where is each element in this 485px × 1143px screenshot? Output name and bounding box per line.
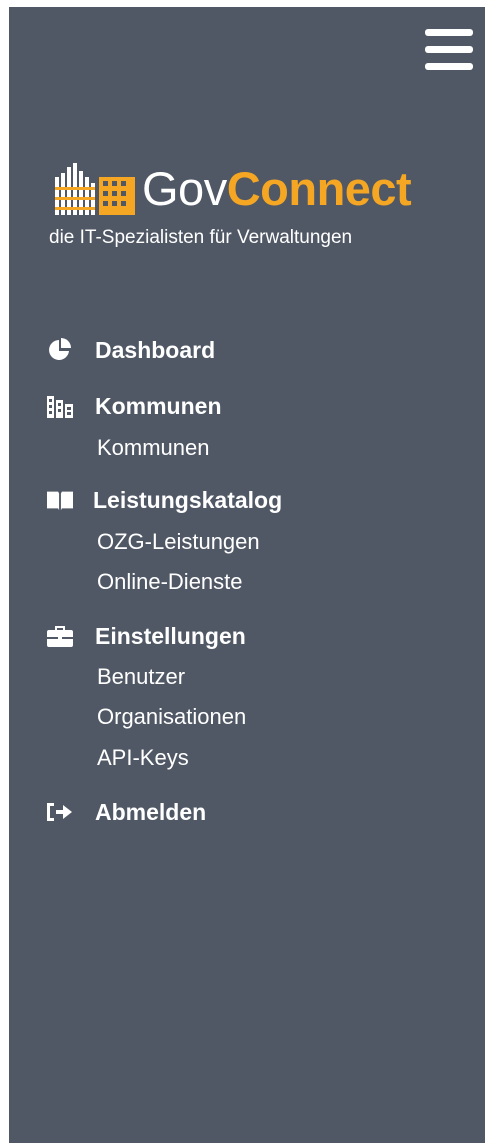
brand-tagline: die IT-Spezialisten für Verwaltungen bbox=[49, 227, 353, 248]
nav-abmelden[interactable]: Abmelden bbox=[47, 797, 206, 827]
book-icon bbox=[47, 487, 73, 513]
city-icon bbox=[47, 393, 73, 419]
hamburger-icon bbox=[425, 29, 473, 36]
sidebar: GovConnect die IT-Spezialisten für Verwa… bbox=[9, 7, 485, 1143]
menu-toggle-button[interactable] bbox=[425, 29, 473, 71]
nav-leistungskatalog[interactable]: Leistungskatalog bbox=[47, 485, 282, 515]
nav-kommunen[interactable]: Kommunen bbox=[47, 391, 222, 421]
building-logo-icon bbox=[55, 163, 135, 215]
nav-einstellungen[interactable]: Einstellungen bbox=[47, 621, 246, 651]
nav-kommunen-item[interactable]: Kommunen bbox=[97, 435, 210, 461]
nav-organisationen[interactable]: Organisationen bbox=[97, 704, 246, 730]
nav-dashboard-label: Dashboard bbox=[95, 336, 216, 363]
nav-online-dienste[interactable]: Online-Dienste bbox=[97, 569, 243, 595]
brand-logo[interactable]: GovConnect die IT-Spezialisten für Verwa… bbox=[49, 157, 439, 257]
nav-leistungskatalog-label: Leistungskatalog bbox=[93, 486, 283, 513]
nav-api-keys[interactable]: API-Keys bbox=[97, 745, 189, 771]
brand-name: GovConnect bbox=[142, 162, 412, 215]
briefcase-icon bbox=[47, 623, 73, 649]
nav-abmelden-label: Abmelden bbox=[95, 798, 207, 825]
nav-kommunen-label: Kommunen bbox=[95, 392, 222, 419]
nav-benutzer[interactable]: Benutzer bbox=[97, 664, 185, 690]
nav-ozg-leistungen[interactable]: OZG-Leistungen bbox=[97, 529, 260, 555]
pie-chart-icon bbox=[47, 337, 73, 363]
nav-dashboard[interactable]: Dashboard bbox=[47, 335, 215, 365]
sign-out-icon bbox=[47, 799, 73, 825]
nav-einstellungen-label: Einstellungen bbox=[95, 622, 246, 649]
